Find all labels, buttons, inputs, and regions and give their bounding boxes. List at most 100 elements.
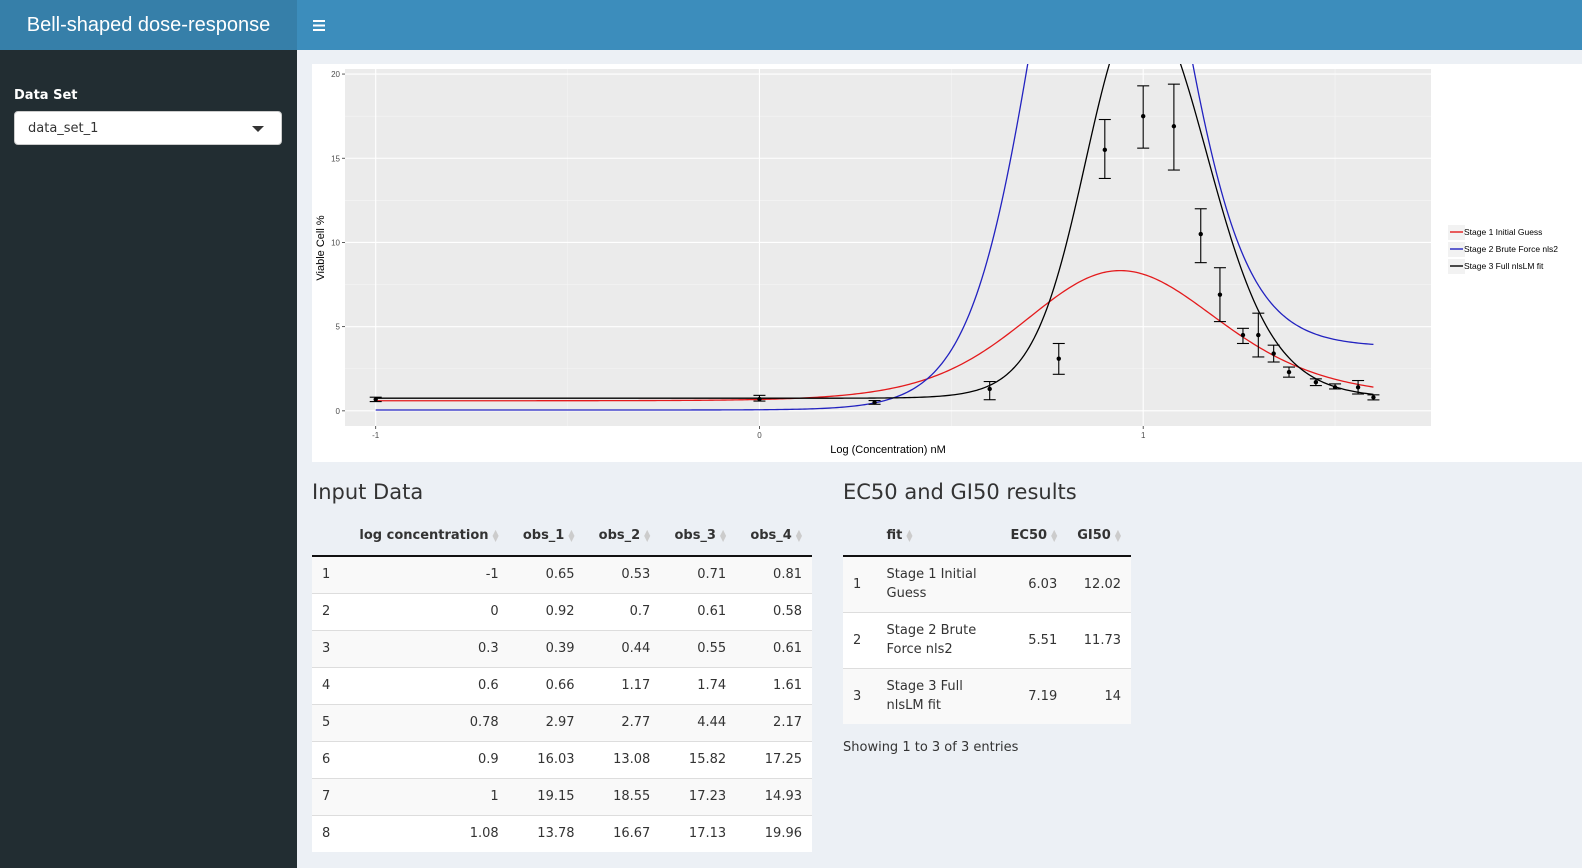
row-index: 4 (312, 666, 350, 704)
table-cell: 15.82 (660, 740, 737, 778)
input-table-header: log concentration ▲ ▼ obs_1 ▲ ▼ obs_2 ▲ ▼ obs_3 ▲ ▼… (312, 516, 812, 557)
table-cell: 0.6 (349, 666, 509, 704)
data-point (757, 396, 762, 402)
row-index: 5 (312, 703, 350, 741)
chevron-down-icon (252, 126, 264, 132)
row-index: 2 (312, 592, 350, 630)
sort-icon: ▲ ▼ (1114, 527, 1121, 543)
y-tick-label: 5 (336, 323, 341, 332)
table-cell: 0.66 (508, 666, 585, 704)
table-cell: 0.39 (508, 629, 585, 667)
table-cell: 4.44 (660, 703, 737, 741)
results-table-header: fit ▲ ▼ EC50 ▲ ▼ GI50 ▲ ▼ (843, 516, 1131, 557)
y-axis-label: Viable Cell % (315, 215, 327, 280)
column-header-index (312, 516, 350, 557)
x-tick-label: -1 (372, 431, 380, 440)
dataset-select-value: data_set_1 (28, 121, 99, 136)
table-cell: Stage 3 Full nlsLM fit (876, 667, 1001, 724)
table-cell: 11.73 (1067, 611, 1131, 668)
data-point (1217, 292, 1223, 297)
dataset-label: Data Set (14, 88, 78, 103)
results-title: EC50 and GI50 results (843, 480, 1077, 504)
table-cell: 1.74 (660, 666, 737, 704)
sort-icon: ▲ ▼ (1051, 527, 1058, 543)
sort-icon: ▲ ▼ (492, 527, 499, 543)
data-point (1286, 369, 1292, 375)
input-table-body: 1 -1 0.65 0.53 0.71 0.81 2 0 0.92 0.7 0.61 0.58 3 0.3… (312, 555, 812, 852)
row-index: 3 (843, 667, 877, 724)
y-tick-label: 15 (331, 154, 340, 163)
table-cell: 0.44 (584, 629, 661, 667)
row-index: 2 (843, 611, 877, 668)
table-cell: 17.13 (660, 814, 737, 852)
hamburger-icon (313, 20, 325, 31)
results-table-body: 1 Stage 1 Initial Guess 6.03 12.02 2 Stage 2 … (843, 555, 1131, 724)
table-cell: 0.7 (584, 592, 661, 630)
table-cell: 0.9 (349, 740, 509, 778)
table-cell: 0.65 (508, 555, 585, 593)
row-index: 6 (312, 740, 350, 778)
sidebar-toggle-button[interactable] (297, 0, 341, 50)
data-point (1371, 395, 1376, 400)
column-header[interactable]: EC50 ▲ ▼ (1000, 516, 1068, 557)
plot-panel (345, 69, 1431, 426)
table-cell: 0.58 (736, 592, 812, 630)
data-point (373, 397, 378, 402)
table-cell: 0.71 (660, 555, 737, 593)
table-cell: 2.17 (736, 703, 812, 741)
data-point (987, 386, 992, 392)
column-header[interactable]: obs_3 ▲ ▼ (660, 516, 737, 557)
table-row: 5 0.78 2.97 2.77 4.44 2.17 (312, 703, 812, 741)
table-cell: 17.25 (736, 740, 812, 778)
row-index: 7 (312, 777, 350, 815)
dose-response-plot: 0 5 10 15 20 -1 0 1 Log (Concentration) nM Viab… (312, 64, 1582, 462)
table-cell: 1.61 (736, 666, 812, 704)
table-cell: 1.08 (349, 814, 509, 852)
plot-legend: Stage 1 Initial Guess Stage 2 Brute Force… (1448, 225, 1558, 274)
x-axis-label: Log (Concentration) nM (830, 444, 946, 456)
row-index: 3 (312, 629, 350, 667)
column-header-label: log concentration (359, 528, 489, 543)
table-cell: 0.92 (508, 592, 585, 630)
data-point (1355, 385, 1361, 390)
sidebar: Data Set data_set_1 (0, 50, 297, 868)
column-header-label: obs_2 (598, 528, 641, 543)
table-cell: 19.96 (736, 814, 812, 852)
dataset-select[interactable]: data_set_1 (14, 111, 282, 145)
table-cell: 18.55 (584, 777, 661, 815)
table-cell: 2.97 (508, 703, 585, 741)
column-header-label: EC50 (1010, 528, 1048, 543)
table-cell: 14.93 (736, 777, 812, 815)
table-row: 1 -1 0.65 0.53 0.71 0.81 (312, 555, 812, 593)
table-cell: 16.67 (584, 814, 661, 852)
table-cell: 0.78 (349, 703, 509, 741)
data-point (1256, 332, 1261, 338)
table-row: 2 0 0.92 0.7 0.61 0.58 (312, 592, 812, 630)
column-header[interactable]: obs_4 ▲ ▼ (736, 516, 812, 557)
table-row: 4 0.6 0.66 1.17 1.74 1.61 (312, 666, 812, 704)
table-cell: 19.15 (508, 777, 585, 815)
data-point (1140, 113, 1146, 119)
table-cell: 17.23 (660, 777, 737, 815)
column-header-label: obs_3 (674, 528, 716, 543)
column-header[interactable]: GI50 ▲ ▼ (1067, 516, 1131, 557)
table-cell: -1 (349, 555, 509, 593)
plot-svg: 0 5 10 15 20 -1 0 1 Log (Concentration) nM Viab… (315, 64, 1558, 456)
data-point (1198, 231, 1203, 237)
data-point (1056, 356, 1061, 361)
row-index: 8 (312, 814, 350, 852)
table-cell: 5.51 (1000, 611, 1068, 668)
column-header[interactable]: fit ▲ ▼ (876, 516, 1001, 557)
table-row: 1 Stage 1 Initial Guess 6.03 12.02 (843, 555, 1131, 612)
legend-label: Stage 2 Brute Force nls2 (1464, 244, 1558, 254)
column-header[interactable]: obs_2 ▲ ▼ (584, 516, 661, 557)
column-header[interactable]: log concentration ▲ ▼ (349, 516, 509, 557)
table-cell: Stage 2 Brute Force nls2 (876, 611, 1001, 668)
column-header-index (843, 516, 877, 557)
table-cell: Stage 1 Initial Guess (876, 555, 1001, 612)
table-cell: 0.55 (660, 629, 737, 667)
table-cell: 6.03 (1000, 555, 1068, 612)
column-header[interactable]: obs_1 ▲ ▼ (508, 516, 585, 557)
table-cell: 0.53 (584, 555, 661, 593)
table-cell: 0.61 (736, 629, 812, 667)
